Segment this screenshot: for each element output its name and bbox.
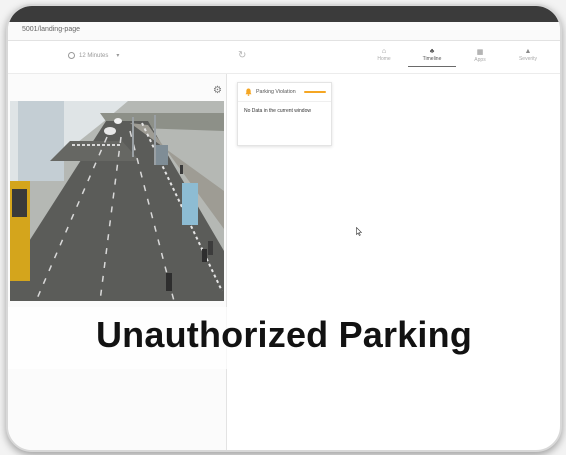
clock-icon xyxy=(68,52,75,59)
home-icon: ⌂ xyxy=(381,48,387,55)
card-empty-message: No Data in the current window xyxy=(244,108,311,114)
nav-timeline[interactable]: ♣ Timeline xyxy=(408,45,456,67)
mouse-cursor-icon xyxy=(356,227,362,236)
nav-home[interactable]: ⌂ Home xyxy=(360,45,408,67)
card-title: Parking Violation xyxy=(256,89,296,95)
nav-home-label: Home xyxy=(377,56,391,62)
nav-apps[interactable]: ▦ Apps xyxy=(456,45,504,67)
severity-icon: ▲ xyxy=(524,48,532,55)
nav-apps-label: Apps xyxy=(474,57,486,63)
nav-timeline-label: Timeline xyxy=(422,56,442,62)
screenshot-frame: 5001/landing-page 12 Minutes ▾ ↻ ⌂ Home … xyxy=(6,4,562,452)
window-top-bar xyxy=(8,6,560,22)
app-header: 12 Minutes ▾ ↻ ⌂ Home ♣ Timeline ▦ Apps … xyxy=(8,41,560,74)
bell-icon xyxy=(245,88,252,96)
camera-feed[interactable] xyxy=(10,101,224,301)
chevron-down-icon: ▾ xyxy=(116,53,120,59)
top-nav: ⌂ Home ♣ Timeline ▦ Apps ▲ Severity xyxy=(360,45,552,67)
card-accent-bar xyxy=(303,91,326,93)
apps-icon: ▦ xyxy=(476,49,484,56)
parking-violation-card[interactable]: Parking Violation No Data in the current… xyxy=(237,82,332,146)
caption-text: Unauthorized Parking xyxy=(95,314,473,355)
nav-severity-label: Severity xyxy=(518,56,538,62)
gear-icon[interactable]: ⚙ xyxy=(213,85,222,96)
timeline-icon: ♣ xyxy=(429,48,435,55)
nav-severity[interactable]: ▲ Severity xyxy=(504,45,552,67)
url-text[interactable]: 5001/landing-page xyxy=(22,26,80,33)
time-range-select[interactable]: 12 Minutes ▾ xyxy=(68,52,119,59)
camera-feed-image xyxy=(10,101,224,301)
refresh-icon[interactable]: ↻ xyxy=(238,50,246,61)
card-header: Parking Violation xyxy=(238,83,331,102)
address-bar[interactable]: 5001/landing-page xyxy=(8,22,560,41)
time-range-label: 12 Minutes xyxy=(79,52,109,59)
panel-divider xyxy=(226,74,227,450)
